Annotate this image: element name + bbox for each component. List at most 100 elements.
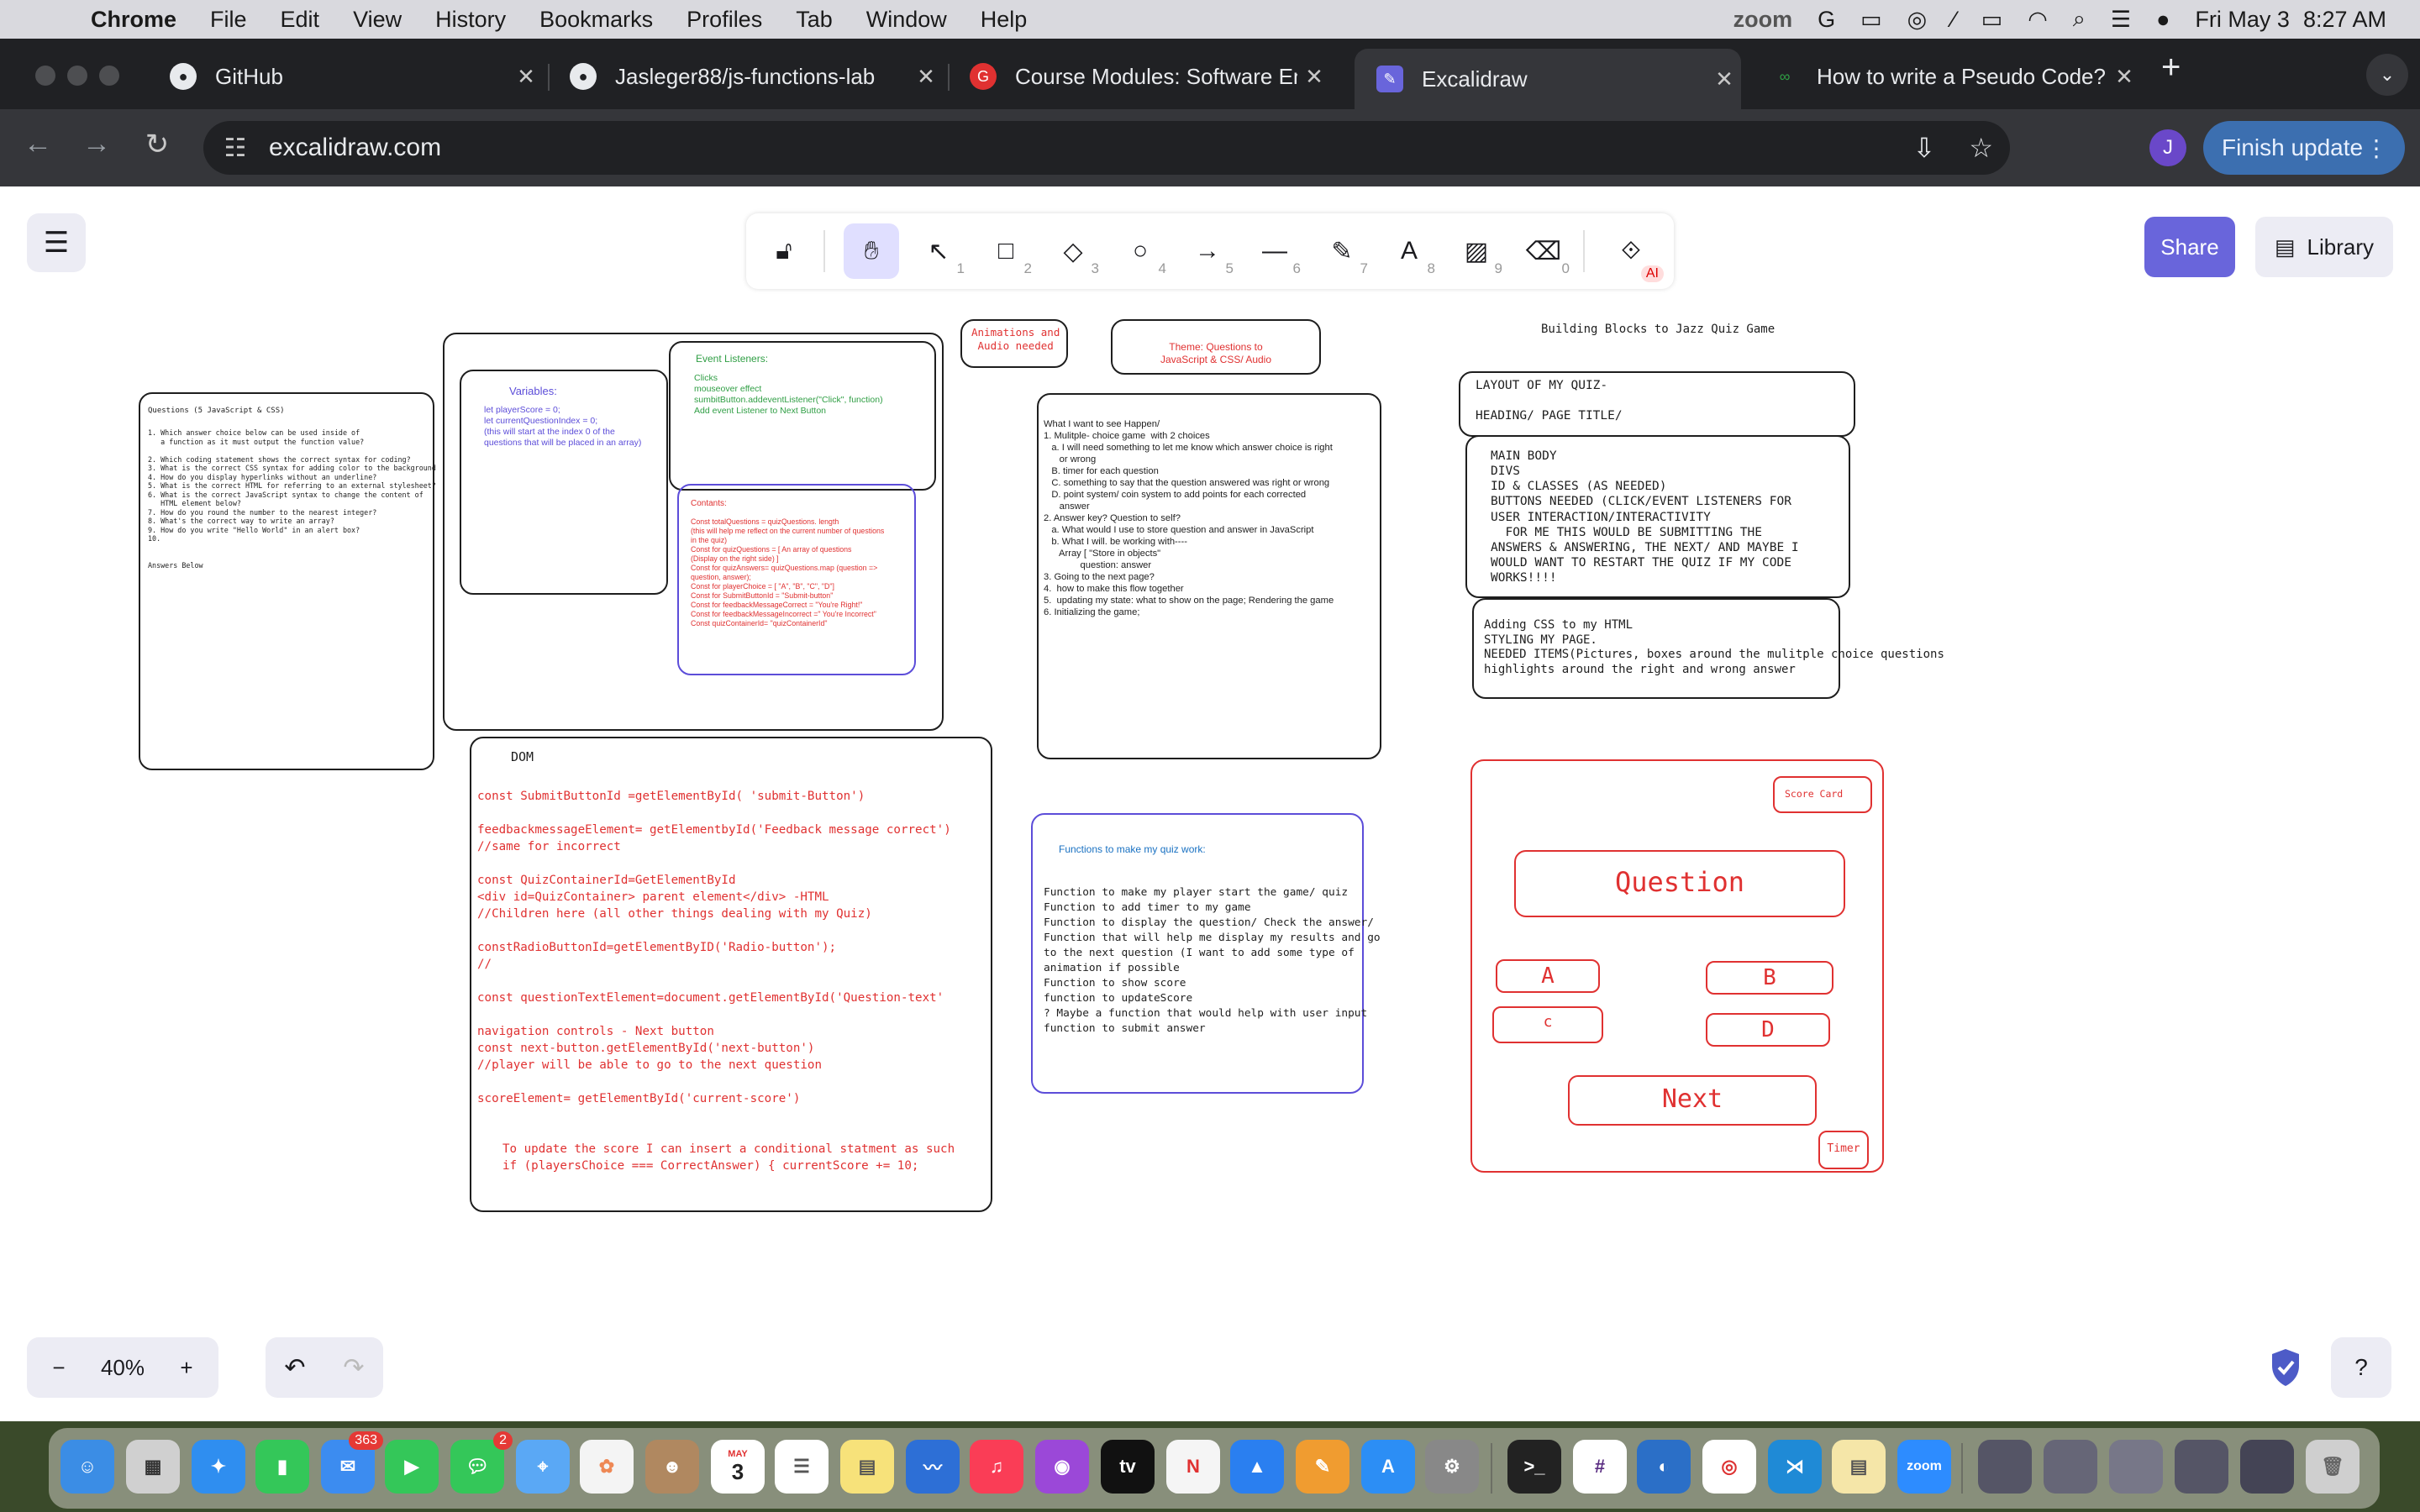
slack-icon[interactable]: #	[1573, 1440, 1627, 1494]
tab-github[interactable]: ● GitHub ✕	[148, 50, 543, 102]
reminders-icon[interactable]: ☰	[775, 1440, 829, 1494]
stickies-icon[interactable]: ▤	[1832, 1440, 1886, 1494]
siri-icon[interactable]: ●	[2156, 7, 2170, 33]
wifi-icon[interactable]: ◠	[2028, 7, 2048, 33]
selection-icon[interactable]: ↖ 1	[911, 223, 966, 279]
zoom-status-icon[interactable]: zoom	[1733, 7, 1793, 33]
menu-bookmarks[interactable]: Bookmarks	[539, 7, 653, 33]
messages-icon[interactable]: 💬︎ 2	[450, 1431, 513, 1494]
eraser-icon[interactable]: ⌫ 0	[1516, 223, 1571, 279]
finder-icon[interactable]: ☺	[60, 1440, 114, 1494]
close-icon[interactable]: ✕	[2107, 64, 2141, 90]
launchpad-icon[interactable]: ▦	[126, 1440, 180, 1494]
undo-icon[interactable]: ↶	[266, 1353, 324, 1383]
text-icon[interactable]: A8	[1381, 223, 1437, 279]
mail-icon[interactable]: ✉ 363	[321, 1431, 383, 1494]
podcasts-icon[interactable]: ◉	[1035, 1440, 1089, 1494]
image-icon[interactable]: ▨ 9	[1449, 223, 1504, 279]
maps-icon[interactable]: ⌖	[516, 1440, 570, 1494]
grammarly-icon[interactable]: G	[1818, 7, 1835, 33]
tab-pseudo-code[interactable]: ∞ How to write a Pseudo Code? ✕	[1749, 50, 2141, 102]
new-tab-button[interactable]: +	[2161, 49, 2181, 87]
airdrop-icon[interactable]: ◎	[1907, 7, 1928, 33]
site-info-icon[interactable]: ☷	[218, 134, 252, 163]
address-bar[interactable]: ☷ excalidraw.com ⇩ ☆	[203, 121, 2010, 175]
redo-icon[interactable]: ↷	[324, 1353, 383, 1383]
vscode-icon[interactable]: ⋊	[1768, 1440, 1822, 1494]
excalidraw-canvas[interactable]: ☰ 🔓︎ ✋︎ ↖ 1 □ 2 ◇ 3 ○ 4 → 5 —6 ✎ 7 A8 ▨ 9 ⌫ 0 ⟐ A…	[0, 186, 2420, 1421]
tab-js-functions-lab[interactable]: ● Jasleger88/js-functions-lab ✕	[548, 50, 943, 102]
news-icon[interactable]: N	[1166, 1440, 1220, 1494]
zoom-level[interactable]: 40%	[91, 1355, 155, 1381]
search-icon[interactable]: ⌕	[2073, 6, 2086, 33]
diamond-icon[interactable]: ◇ 3	[1045, 223, 1101, 279]
lock-icon[interactable]: 🔓︎	[756, 223, 812, 279]
tab-search-button[interactable]: ⌄	[2366, 54, 2408, 96]
address-url[interactable]: excalidraw.com	[269, 134, 441, 162]
terminal-icon[interactable]: >_	[1507, 1440, 1561, 1494]
variables-box[interactable]	[460, 370, 668, 595]
more-vert-icon[interactable]: ⋮	[2365, 134, 2388, 162]
postman-icon[interactable]: ◐	[1637, 1440, 1691, 1494]
tab-course-modules[interactable]: G Course Modules: Software En ✕	[948, 50, 1331, 102]
install-app-icon[interactable]: ⇩	[1913, 132, 1936, 164]
minimize-window-button[interactable]	[67, 66, 87, 86]
close-icon[interactable]: ✕	[909, 64, 943, 90]
photos-icon[interactable]: ✿	[580, 1440, 634, 1494]
menu-help[interactable]: Help	[981, 7, 1028, 33]
menu-history[interactable]: History	[435, 7, 506, 33]
recent-window-thumbnail[interactable]	[2175, 1440, 2228, 1494]
recent-window-thumbnail[interactable]	[2044, 1440, 2097, 1494]
finish-update-button[interactable]: Finish update ⋮	[2203, 121, 2405, 175]
menubar-time[interactable]: 8:27 AM	[2303, 7, 2386, 33]
contacts-icon[interactable]: ☻	[645, 1440, 699, 1494]
mute-icon[interactable]: ⁄	[1952, 7, 1956, 33]
hand-icon[interactable]: ✋︎	[844, 223, 899, 279]
main-menu-button[interactable]: ☰	[27, 213, 86, 272]
menu-window[interactable]: Window	[866, 7, 947, 33]
library-button[interactable]: ▤ Library	[2255, 217, 2393, 277]
close-icon[interactable]: ✕	[509, 64, 543, 90]
menu-edit[interactable]: Edit	[281, 7, 320, 33]
facetime-icon[interactable]: ▶	[385, 1440, 439, 1494]
recent-window-thumbnail[interactable]	[1978, 1440, 2032, 1494]
tab-excalidraw[interactable]: ✎ Excalidraw ✕	[1355, 49, 1741, 109]
chrome-icon[interactable]: ◎	[1702, 1440, 1756, 1494]
apple-tv-icon[interactable]: tv	[1101, 1440, 1155, 1494]
shield-check-icon[interactable]	[2269, 1347, 2302, 1388]
trash-icon[interactable]: 🗑︎	[2306, 1440, 2360, 1494]
pencil-icon[interactable]: ✎ 7	[1314, 223, 1370, 279]
keynote-icon[interactable]: ▲	[1230, 1440, 1284, 1494]
recent-window-thumbnail[interactable]	[2240, 1440, 2294, 1494]
pages-icon[interactable]: ✎	[1296, 1440, 1349, 1494]
line-icon[interactable]: —6	[1247, 223, 1302, 279]
window-icon[interactable]: ▭	[1860, 7, 1882, 33]
help-button[interactable]: ?	[2331, 1337, 2391, 1398]
close-window-button[interactable]	[35, 66, 55, 86]
reload-button[interactable]: ↻	[136, 128, 178, 161]
rectangle-icon[interactable]: □ 2	[978, 223, 1034, 279]
system-settings-icon[interactable]: ⚙	[1425, 1440, 1479, 1494]
arrow-icon[interactable]: → 5	[1180, 223, 1235, 279]
recent-window-thumbnail[interactable]	[2109, 1440, 2163, 1494]
zoom-in-button[interactable]: +	[155, 1355, 218, 1381]
calendar-icon[interactable]: MAY 3	[711, 1440, 765, 1494]
numbers-icon[interactable]: ▮	[255, 1440, 309, 1494]
safari-icon[interactable]: ✦	[192, 1440, 245, 1494]
app-store-icon[interactable]: A	[1361, 1440, 1415, 1494]
ellipse-icon[interactable]: ○ 4	[1113, 223, 1168, 279]
menu-file[interactable]: File	[210, 7, 247, 33]
back-button[interactable]: ←	[17, 128, 59, 160]
close-icon[interactable]: ✕	[1707, 66, 1741, 92]
notes-icon[interactable]: ▤	[840, 1440, 894, 1494]
control-center-icon[interactable]: ☰	[2111, 7, 2131, 33]
zoom-window-button[interactable]	[99, 66, 119, 86]
close-icon[interactable]: ✕	[1297, 64, 1331, 90]
bookmark-star-icon[interactable]: ☆	[1969, 132, 1993, 164]
shapes-icon[interactable]: ⟐ AI	[1603, 223, 1664, 282]
menu-app-name[interactable]: Chrome	[91, 7, 176, 33]
profile-avatar[interactable]: J	[2149, 129, 2186, 166]
zoom-app-icon[interactable]: zoom	[1897, 1440, 1951, 1494]
menu-view[interactable]: View	[353, 7, 402, 33]
forward-button[interactable]: →	[76, 128, 118, 160]
